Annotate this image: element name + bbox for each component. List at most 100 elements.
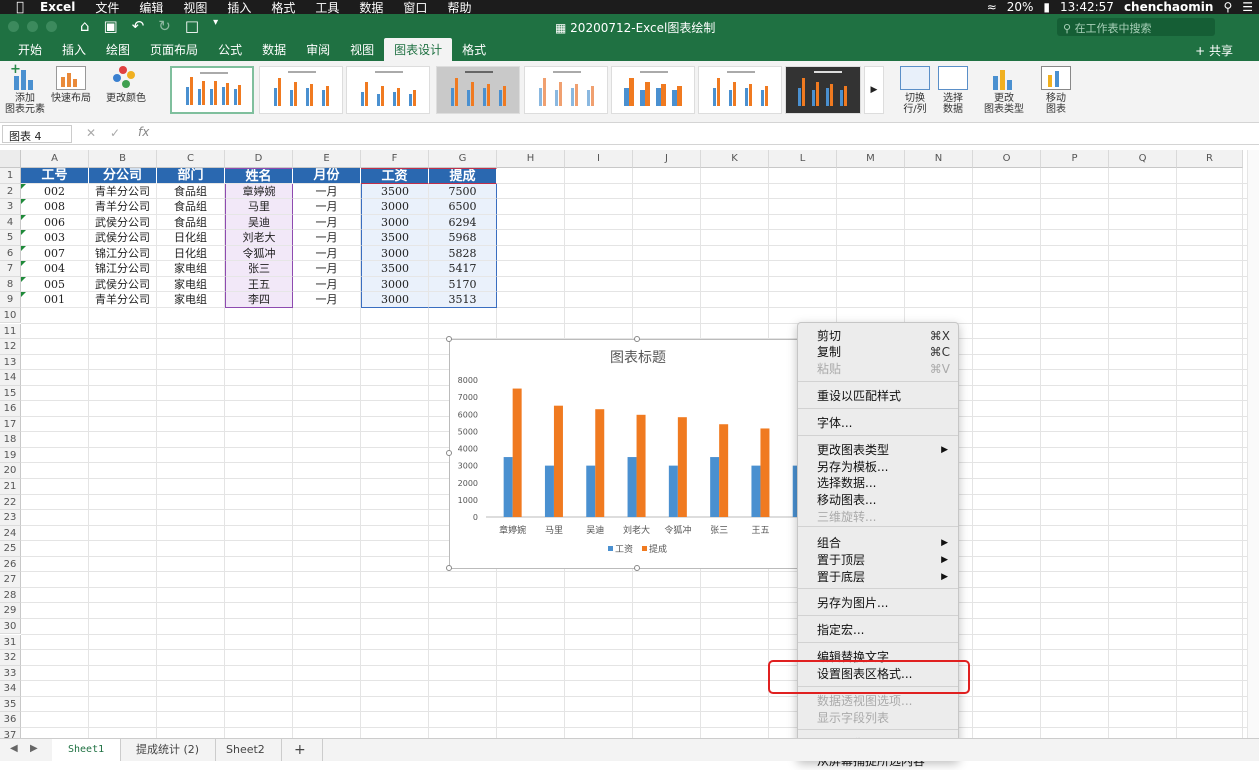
tab-home[interactable]: 开始 — [8, 38, 52, 61]
table-cell[interactable]: 一月 — [293, 183, 361, 200]
row-header-6[interactable]: 6 — [0, 245, 21, 262]
chart-resize-handle[interactable] — [634, 565, 640, 571]
row-header-12[interactable]: 12 — [0, 339, 21, 355]
row-header-34[interactable]: 34 — [0, 681, 21, 697]
column-header-F[interactable]: F — [361, 150, 429, 168]
row-header-10[interactable]: 10 — [0, 307, 21, 324]
table-cell[interactable]: 食品组 — [157, 214, 225, 231]
row-header-9[interactable]: 9 — [0, 292, 21, 308]
table-cell[interactable]: 008 — [21, 199, 89, 215]
table-cell[interactable]: 一月 — [293, 230, 361, 246]
column-header-A[interactable]: A — [21, 150, 89, 168]
close-window-button[interactable] — [8, 21, 19, 32]
menu-item-edit[interactable]: 编辑 — [139, 0, 163, 15]
table-cell[interactable]: 一月 — [293, 214, 361, 231]
chart-resize-handle[interactable] — [446, 336, 452, 342]
tab-draw[interactable]: 绘图 — [96, 38, 140, 61]
context-menu-item[interactable]: 选择数据... — [798, 475, 958, 492]
table-cell[interactable]: 马里 — [225, 199, 293, 215]
menu-item-view[interactable]: 视图 — [183, 0, 207, 15]
chart-style-6[interactable] — [611, 66, 695, 114]
table-cell[interactable]: 3000 — [361, 292, 429, 308]
menu-item-help[interactable]: 帮助 — [447, 0, 471, 15]
select-data-button[interactable]: 选择 数据 — [936, 66, 970, 115]
table-cell[interactable]: 食品组 — [157, 183, 225, 200]
worksheet-grid[interactable]: ABCDEFGHIJKLMNOPQR 1 2 3 4 5 6 7 8 9 10 11 12 13 14 15… — [0, 150, 1259, 738]
menu-item-insert[interactable]: 插入 — [227, 0, 251, 15]
table-cell[interactable]: 锦江分公司 — [89, 245, 157, 262]
table-cell[interactable]: 3000 — [361, 214, 429, 231]
table-cell[interactable]: 家电组 — [157, 276, 225, 293]
function-icon[interactable]: fx — [138, 125, 149, 139]
menu-item-format[interactable]: 格式 — [271, 0, 295, 15]
table-cell[interactable]: 5968 — [429, 230, 497, 246]
row-header-37[interactable]: 37 — [0, 727, 21, 738]
table-cell[interactable]: 家电组 — [157, 261, 225, 277]
table-cell[interactable]: 3500 — [361, 183, 429, 200]
table-cell[interactable]: 3500 — [361, 261, 429, 277]
row-header-1[interactable]: 1 — [0, 168, 21, 184]
menu-item-file[interactable]: 文件 — [95, 0, 119, 15]
column-header-B[interactable]: B — [89, 150, 157, 168]
table-cell[interactable]: 日化组 — [157, 230, 225, 246]
context-menu-item[interactable]: 另存为模板... — [798, 459, 958, 476]
sheet-tab-sheet2[interactable]: Sheet2 — [210, 739, 282, 761]
table-cell[interactable]: 5417 — [429, 261, 497, 277]
row-header-22[interactable]: 22 — [0, 494, 21, 511]
share-button[interactable]: + 共享 — [1195, 42, 1233, 59]
table-cell[interactable]: 吴迪 — [225, 214, 293, 231]
chart-style-7[interactable] — [698, 66, 782, 114]
table-cell[interactable]: 一月 — [293, 245, 361, 262]
context-menu-item[interactable]: 组合 ▶ — [798, 535, 958, 552]
row-header-15[interactable]: 15 — [0, 385, 21, 402]
row-header-5[interactable]: 5 — [0, 230, 21, 246]
change-colors-button[interactable]: 更改颜色 — [104, 66, 148, 104]
row-header-31[interactable]: 31 — [0, 634, 21, 650]
context-menu-item[interactable]: 置于底层 ▶ — [798, 569, 958, 586]
table-cell[interactable]: 武侯分公司 — [89, 214, 157, 231]
column-header-P[interactable]: P — [1041, 150, 1109, 168]
row-header-13[interactable]: 13 — [0, 354, 21, 371]
table-cell[interactable]: 5828 — [429, 245, 497, 262]
row-header-27[interactable]: 27 — [0, 572, 21, 588]
new-doc-icon[interactable]: □ — [185, 17, 199, 35]
chart-resize-handle[interactable] — [446, 565, 452, 571]
table-cell[interactable]: 3000 — [361, 199, 429, 215]
table-cell[interactable]: 青羊分公司 — [89, 183, 157, 200]
tab-insert[interactable]: 插入 — [52, 38, 96, 61]
tab-chart-design[interactable]: 图表设计 — [384, 38, 453, 61]
table-cell[interactable]: 006 — [21, 214, 89, 231]
zoom-window-button[interactable] — [46, 21, 57, 32]
column-header-H[interactable]: H — [497, 150, 565, 168]
table-cell[interactable]: 武侯分公司 — [89, 230, 157, 246]
row-header-16[interactable]: 16 — [0, 401, 21, 417]
tab-page-layout[interactable]: 页面布局 — [140, 38, 208, 61]
table-cell[interactable]: 青羊分公司 — [89, 199, 157, 215]
column-header-O[interactable]: O — [973, 150, 1041, 168]
tab-review[interactable]: 审阅 — [296, 38, 340, 61]
username[interactable]: chenchaomin — [1124, 0, 1214, 14]
column-header-D[interactable]: D — [225, 150, 293, 168]
table-cell[interactable]: 一月 — [293, 292, 361, 308]
row-header-30[interactable]: 30 — [0, 618, 21, 635]
column-header-E[interactable]: E — [293, 150, 361, 168]
minimize-window-button[interactable] — [27, 21, 38, 32]
menu-item-tools[interactable]: 工具 — [315, 0, 339, 15]
table-cell[interactable]: 005 — [21, 276, 89, 293]
spotlight-icon[interactable]: ⚲ — [1223, 0, 1232, 14]
table-cell[interactable]: 一月 — [293, 199, 361, 215]
table-cell[interactable]: 6294 — [429, 214, 497, 231]
switch-row-column-button[interactable]: 切换 行/列 — [898, 66, 932, 115]
row-header-29[interactable]: 29 — [0, 603, 21, 619]
context-menu-item[interactable]: 复制 ⌘C — [798, 344, 958, 361]
table-header-cell[interactable]: 姓名 — [225, 168, 293, 184]
column-header-Q[interactable]: Q — [1109, 150, 1177, 168]
row-header-18[interactable]: 18 — [0, 432, 21, 448]
table-cell[interactable]: 青羊分公司 — [89, 292, 157, 308]
table-cell[interactable]: 章婷婉 — [225, 183, 293, 200]
cancel-formula-icon[interactable]: ✕ — [86, 126, 96, 140]
home-icon[interactable]: ⌂ — [80, 17, 90, 35]
redo-icon[interactable]: ↻ — [158, 17, 171, 35]
table-cell[interactable]: 002 — [21, 183, 89, 200]
row-header-33[interactable]: 33 — [0, 665, 21, 682]
